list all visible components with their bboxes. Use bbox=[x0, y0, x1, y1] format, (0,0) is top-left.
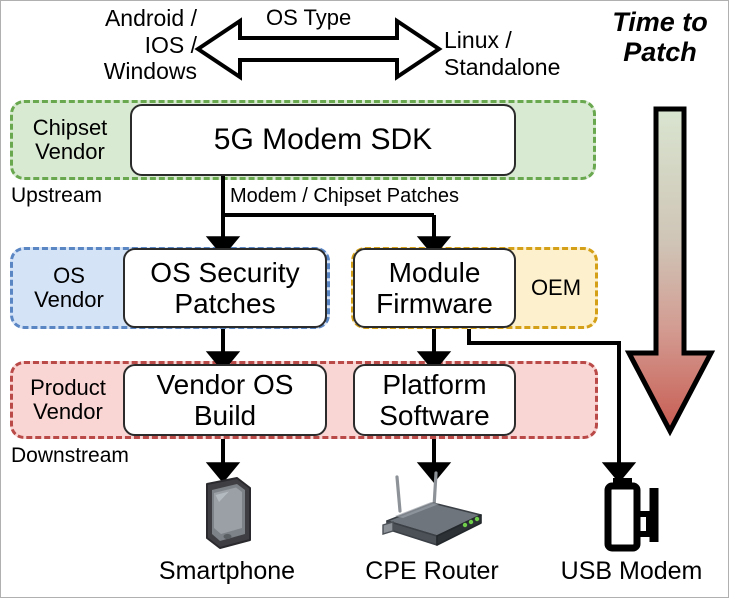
downstream-label: Downstream bbox=[11, 444, 129, 467]
band-label-os-vendor-text: OS Vendor bbox=[34, 262, 104, 312]
band-label-chipset-vendor: Chipset Vendor bbox=[14, 102, 126, 178]
time-to-patch-arrow bbox=[624, 106, 716, 437]
os-type-right-label: Linux / Standalone bbox=[444, 27, 561, 80]
os-type-left-label: Android / IOS / Windows bbox=[103, 5, 197, 85]
time-to-patch-title: Time to Patch bbox=[612, 7, 708, 68]
edge-label-modem-chipset-patches: Modem / Chipset Patches bbox=[230, 185, 459, 207]
band-label-product-vendor: Product Vendor bbox=[12, 363, 124, 437]
node-platform-software-label: Platform Software bbox=[379, 368, 490, 431]
usb-modem-icon bbox=[604, 478, 659, 552]
smartphone-icon bbox=[206, 477, 251, 549]
node-5g-modem-sdk-label: 5G Modem SDK bbox=[213, 123, 433, 157]
node-os-security-patches-label: OS Security Patches bbox=[150, 256, 300, 319]
band-label-oem-text: OEM bbox=[530, 274, 582, 300]
band-label-chipset-vendor-text: Chipset Vendor bbox=[32, 114, 108, 164]
node-module-firmware[interactable]: Module Firmware bbox=[353, 248, 516, 328]
node-5g-modem-sdk[interactable]: 5G Modem SDK bbox=[130, 104, 516, 176]
node-os-security-patches[interactable]: OS Security Patches bbox=[123, 248, 327, 328]
node-vendor-os-build[interactable]: Vendor OS Build bbox=[123, 364, 327, 436]
node-vendor-os-build-label: Vendor OS Build bbox=[156, 368, 294, 431]
device-label-cpe-router: CPE Router bbox=[365, 557, 499, 585]
band-label-product-vendor-text: Product Vendor bbox=[30, 374, 106, 424]
device-label-smartphone: Smartphone bbox=[158, 557, 296, 585]
band-label-oem: OEM bbox=[516, 249, 596, 327]
node-module-firmware-label: Module Firmware bbox=[376, 256, 493, 319]
os-type-label: OS Type bbox=[266, 5, 352, 30]
node-platform-software[interactable]: Platform Software bbox=[353, 364, 516, 436]
band-label-os-vendor: OS Vendor bbox=[14, 249, 124, 327]
diagram-canvas: Android / IOS / Windows OS Type Linux / … bbox=[0, 0, 729, 598]
upstream-label: Upstream bbox=[11, 184, 103, 207]
device-label-usb-modem: USB Modem bbox=[560, 557, 703, 585]
router-icon bbox=[382, 471, 482, 546]
